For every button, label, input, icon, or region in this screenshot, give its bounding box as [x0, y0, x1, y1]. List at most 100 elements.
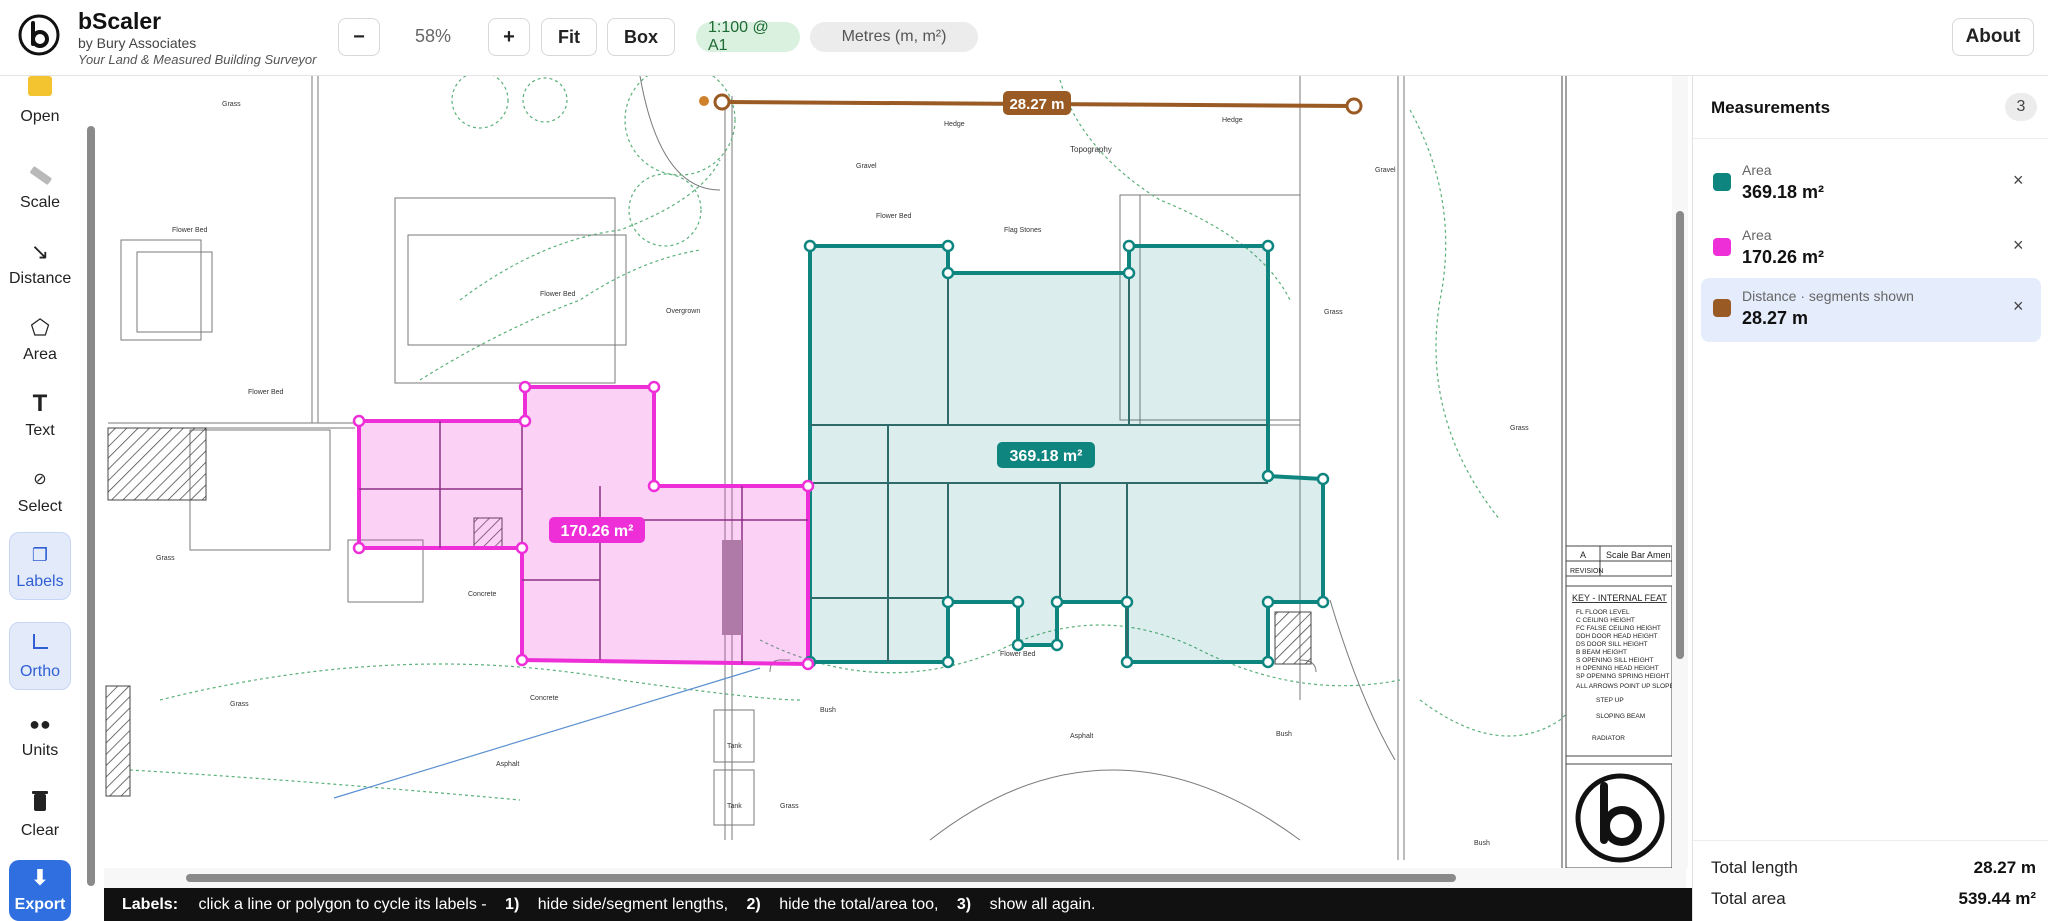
units-tool[interactable]: ●● Units — [9, 710, 71, 766]
units-badge[interactable]: Metres (m, m²) — [810, 22, 978, 52]
distance-tool-label: Distance — [9, 270, 72, 287]
zoom-in-button[interactable]: + — [488, 18, 530, 56]
hint-step-1: 1) — [505, 896, 520, 913]
clear-tool[interactable]: Clear — [9, 790, 71, 846]
hatched-wall-block — [1274, 611, 1312, 665]
note-flower-bed: Flower Bed — [172, 227, 208, 234]
fit-button[interactable]: Fit — [541, 18, 597, 56]
hint-step-2-text: hide the total/area too, — [779, 896, 939, 913]
hatched-wall-block — [107, 427, 207, 501]
distance-anchor — [699, 96, 709, 106]
pink-area-label-text: 170.26 m² — [561, 523, 634, 540]
toolbar-scroll-thumb[interactable] — [87, 126, 95, 886]
teal-area-label-tag[interactable]: 369.18 m² — [997, 442, 1095, 468]
distance-start-handle[interactable] — [713, 93, 731, 111]
canvas-vscroll-thumb[interactable] — [1676, 211, 1684, 659]
note-overgrown: Overgrown — [666, 308, 700, 315]
measurements-panel: Measurements 3 Area 369.18 m² × Area 170… — [1692, 76, 2048, 921]
site-plan-drawing[interactable]: 28.27 m 369.18 m² 170.26 m² Topography H… — [104, 76, 1686, 871]
box-zoom-button[interactable]: Box — [607, 18, 675, 56]
drawing-canvas[interactable]: 28.27 m 369.18 m² 170.26 m² Topography H… — [104, 76, 1686, 871]
distance-end-handle[interactable] — [1345, 97, 1363, 115]
text-t-icon: T — [32, 390, 48, 417]
toolbar-scrollbar[interactable] — [84, 76, 98, 886]
scale-badge[interactable]: 1:100 @ A1 — [696, 19, 800, 54]
close-icon[interactable]: × — [2013, 235, 2024, 256]
note-flower-bed: Flower Bed — [248, 389, 284, 396]
panel-title: Measurements — [1711, 98, 1831, 117]
note-grass: Grass — [230, 701, 249, 708]
app-subtitle: by Bury Associates — [78, 35, 197, 51]
pink-area-label-tag[interactable]: 170.26 m² — [549, 517, 645, 543]
labels-toggle[interactable]: ❐ Labels — [9, 532, 71, 600]
ortho-toggle-label: Ortho — [19, 663, 60, 680]
zoom-out-button[interactable]: − — [338, 18, 380, 56]
key-title: KEY - INTERNAL FEAT — [1572, 593, 1667, 603]
scale-tool[interactable]: Scale — [9, 162, 71, 218]
export-button[interactable]: ⬇ Export — [9, 860, 71, 921]
app-tagline: Your Land & Measured Building Surveyor — [78, 52, 317, 67]
about-button[interactable]: About — [1952, 18, 2034, 56]
svg-text:RADIATOR: RADIATOR — [1592, 735, 1625, 742]
hint-lead: Labels: — [122, 896, 179, 913]
select-tool[interactable]: ⊘ Select — [9, 466, 71, 522]
measurement-item[interactable]: Area 369.18 m² × — [1701, 152, 2041, 214]
measurement-item-selected[interactable]: Distance · segments shown 28.27 m × — [1701, 278, 2041, 342]
measurement-count-badge: 3 — [2005, 93, 2037, 121]
export-button-label: Export — [14, 896, 66, 913]
note-grass: Grass — [780, 803, 799, 810]
hint-step-1-text: hide side/segment lengths, — [537, 896, 729, 913]
note-asphalt: Asphalt — [1070, 733, 1093, 740]
measurement-value: 170.26 m² — [1742, 247, 1825, 267]
distance-tool[interactable]: ↘ Distance — [9, 238, 71, 294]
hint-step-3-text: show all again. — [989, 896, 1096, 913]
hint-step-2: 2) — [746, 896, 761, 913]
open-tool[interactable]: Open — [9, 76, 71, 125]
stair-block — [722, 540, 742, 635]
left-toolbar: Open Scale ↘ Distance ⬠ Area T Text ⊘ Se… — [0, 76, 80, 921]
total-area-value: 539.44 m² — [1958, 889, 2037, 908]
distance-label-tag[interactable]: 28.27 m — [1003, 91, 1071, 115]
measurement-item[interactable]: Area 170.26 m² × — [1701, 217, 2041, 279]
measurement-type: Distance · segments shown — [1742, 288, 1914, 304]
app-title: bScaler — [78, 8, 162, 34]
drawing-logo — [1575, 773, 1665, 863]
close-icon[interactable]: × — [2013, 296, 2024, 317]
zoom-level: 58% — [414, 26, 452, 46]
measurement-value: 369.18 m² — [1742, 182, 1825, 202]
area-tool-label: Area — [23, 346, 57, 363]
canvas-vertical-scrollbar[interactable] — [1672, 76, 1688, 868]
select-tool-label: Select — [17, 498, 63, 515]
right-angle-icon — [10, 631, 70, 659]
ortho-toggle[interactable]: Ortho — [9, 622, 71, 690]
teal-area-label-text: 369.18 m² — [1010, 448, 1083, 465]
svg-text:S OPENING SILL HEIGHT: S OPENING SILL HEIGHT — [1576, 657, 1653, 664]
labels-toggle-label: Labels — [16, 573, 64, 590]
note-gravel: Gravel — [1375, 167, 1396, 174]
canvas-hscroll-thumb[interactable] — [186, 874, 1456, 882]
note-grass: Grass — [1324, 309, 1343, 316]
hint-step-3: 3) — [956, 896, 972, 913]
svg-text:STEP UP: STEP UP — [1596, 697, 1624, 704]
scale-tool-label: Scale — [19, 194, 61, 211]
note-asphalt: Asphalt — [496, 761, 519, 768]
canvas-horizontal-scrollbar[interactable] — [104, 868, 1686, 888]
measurement-type: Area — [1742, 227, 1772, 243]
svg-text:H OPENING HEAD HEIGHT: H OPENING HEAD HEIGHT — [1576, 665, 1659, 672]
area-tool[interactable]: ⬠ Area — [9, 314, 71, 370]
total-length-value: 28.27 m — [1973, 858, 2036, 877]
close-icon[interactable]: × — [2013, 170, 2024, 191]
note-tank: Tank — [727, 743, 742, 750]
note-hedge: Hedge — [1222, 117, 1243, 124]
note-bush: Bush — [1474, 840, 1490, 847]
note-topography: Topography — [1070, 145, 1112, 154]
measurement-value: 28.27 m — [1742, 308, 1809, 328]
survey-line — [333, 667, 761, 799]
revision-description: Scale Bar Amen — [1606, 550, 1671, 560]
note-grass: Grass — [156, 555, 175, 562]
panel-footer-divider — [1693, 840, 2048, 841]
binoculars-icon: ●● — [29, 714, 51, 734]
distance-label-text: 28.27 m — [1009, 96, 1064, 113]
text-tool[interactable]: T Text — [9, 390, 71, 446]
trash-icon — [9, 790, 71, 818]
